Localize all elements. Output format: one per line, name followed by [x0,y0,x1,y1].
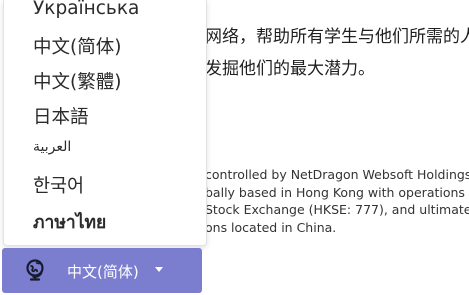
current-language-label: 中文(简体) [67,263,139,281]
caret-down-icon [155,267,163,272]
language-option-chinese-traditional[interactable]: 中文(繁體) [33,68,121,94]
description-line: bally based in Hong Kong with operations… [205,184,469,200]
chinese-text-line: 发掘他们的最大潜力。 [205,59,375,79]
description-line: Stock Exchange (HKSE: 777), and ultimate… [205,202,469,217]
language-dropdown-menu: Українська 中文(简体) 中文(繁體) 日本語 العربية 한국어… [3,0,207,246]
chinese-text-line: 网络，帮助所有学生与他们所需的人 [205,27,469,47]
globe-icon [26,259,44,281]
language-switch-button[interactable]: 中文(简体) [2,248,202,293]
description-line: ons located in China. [205,219,337,235]
language-option-japanese[interactable]: 日本語 [33,103,89,129]
language-option-korean[interactable]: 한국어 [33,172,84,198]
language-option-arabic[interactable]: العربية [33,139,71,155]
company-description: controlled by NetDragon Websoft Holdings… [205,166,469,236]
description-line: controlled by NetDragon Websoft Holdings [205,167,469,182]
language-option-thai[interactable]: ภาษาไทย [33,208,106,236]
language-option-ukrainian[interactable]: Українська [33,0,139,19]
language-option-chinese-simplified[interactable]: 中文(简体) [33,33,121,59]
